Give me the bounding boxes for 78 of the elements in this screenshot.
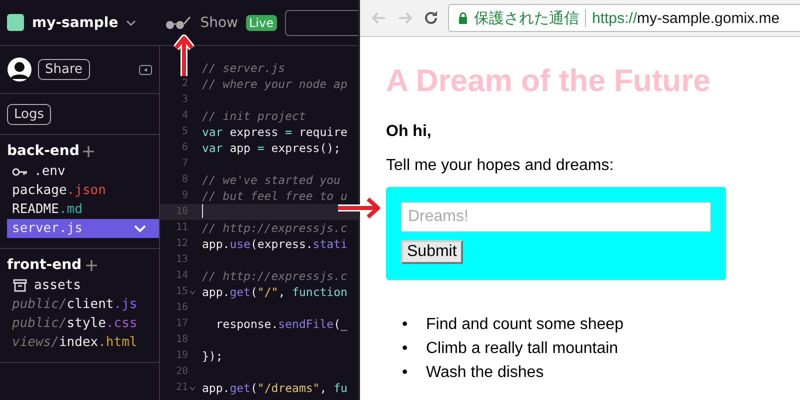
line-number: 18 (176, 333, 188, 347)
key-icon (12, 166, 28, 176)
file-item[interactable]: assets (7, 276, 159, 295)
fold-icon[interactable] (189, 290, 196, 294)
file-item[interactable]: package.json (7, 181, 159, 200)
line-number: 6 (182, 141, 188, 155)
fold-icon[interactable] (189, 386, 196, 390)
code-line: app.use(express.stati (202, 236, 348, 252)
line-number: 14 (176, 269, 188, 283)
project-name[interactable]: my-sample (32, 14, 118, 30)
show-link[interactable]: Show (200, 14, 238, 30)
avatar-icon[interactable] (7, 57, 32, 82)
line-number: 15 (176, 285, 188, 299)
section-title: front-end (7, 257, 82, 273)
code-line: // we've started you (202, 172, 340, 188)
live-badge: Live (246, 14, 277, 30)
code-line: app.get("/dreams", fu (202, 380, 348, 396)
line-number: 5 (182, 125, 188, 139)
bullet: • (402, 316, 409, 334)
prompt-text: Tell me your hopes and dreams: (386, 157, 615, 175)
code-line: // where your node ap (202, 76, 348, 92)
line-number: 20 (176, 365, 188, 379)
line-number: 12 (176, 237, 188, 251)
project-logo[interactable] (7, 14, 24, 31)
line-number: 13 (176, 253, 188, 267)
line-number: 3 (182, 93, 188, 107)
dream-input[interactable]: Dreams! (401, 202, 711, 232)
line-number: 2 (182, 77, 188, 91)
file-item[interactable]: server.js (7, 219, 159, 238)
logs-button[interactable]: Logs (7, 104, 51, 124)
caret-icon[interactable] (126, 18, 136, 26)
address-bar[interactable]: 保護された通信 https://my-sample.gomix.me (448, 4, 800, 32)
chevron-icon[interactable] (134, 224, 146, 232)
code-line: var app = express(); (202, 140, 341, 156)
share-button[interactable]: Share (38, 59, 90, 80)
plus-icon[interactable] (83, 146, 94, 156)
dream-item: Wash the dishes (426, 364, 544, 381)
submit-button[interactable]: Submit (401, 240, 463, 264)
line-number: 9 (182, 189, 188, 203)
code-line: // http://expressjs.c (202, 220, 348, 236)
security-label: 保護された通信 (474, 8, 579, 28)
dream-item: Climb a really tall mountain (426, 340, 618, 357)
reload-icon[interactable] (422, 9, 440, 27)
code-line: }); (202, 348, 223, 364)
file-item[interactable]: README.md (7, 200, 159, 219)
file-item[interactable]: views/index.html (7, 333, 159, 352)
bullet: • (402, 364, 409, 382)
file-item[interactable]: .env (7, 162, 159, 181)
dream-item: Find and count some sheep (426, 316, 624, 333)
file-item[interactable]: public/style.css (7, 314, 159, 333)
collapse-icon[interactable] (139, 64, 152, 74)
code-line: var express = require (202, 124, 348, 140)
plus-icon[interactable] (86, 260, 97, 270)
section-title: back-end (7, 143, 80, 159)
code-line: // http://expressjs.c (202, 268, 348, 284)
code-line: // server.js (202, 60, 286, 76)
line-number: 7 (182, 157, 188, 171)
line-number: 16 (176, 301, 188, 315)
line-number: 19 (176, 349, 188, 363)
bullet: • (402, 340, 409, 358)
code-line: // but feel free to u (202, 188, 348, 204)
line-number: 8 (182, 173, 188, 187)
box-icon (12, 279, 28, 292)
page-heading: A Dream of the Future (386, 63, 712, 99)
code-line: response.sendFile(_ (214, 316, 348, 332)
code-line: // init project (202, 108, 306, 124)
code-line: app.get("/", function (202, 284, 348, 300)
greeting-text: Oh hi, (386, 123, 432, 141)
line-number: 4 (182, 109, 188, 123)
url-text: https://my-sample.gomix.me (592, 10, 780, 26)
line-number: 21 (176, 381, 188, 395)
line-number: 11 (176, 221, 188, 235)
text-cursor (202, 204, 203, 218)
file-item[interactable]: public/client.js (7, 295, 159, 314)
line-number: 17 (176, 317, 188, 331)
lock-icon (458, 12, 468, 24)
up-arrow (174, 34, 194, 78)
glasses-icon[interactable] (164, 16, 192, 30)
